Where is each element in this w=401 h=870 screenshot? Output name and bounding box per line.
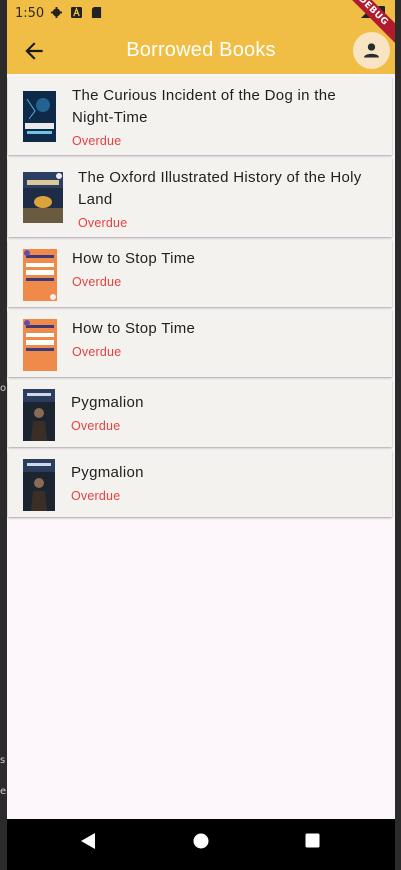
book-card[interactable]: Pygmalion Overdue — [8, 450, 392, 517]
book-status: Overdue — [71, 419, 121, 433]
status-time: 1:50 — [15, 6, 45, 21]
sd-card-icon — [91, 7, 102, 18]
book-card[interactable]: Pygmalion Overdue — [8, 380, 392, 447]
status-bar: 1:50 — [7, 0, 395, 28]
borrowed-books-list: The Curious Incident of the Dog in the N… — [8, 77, 394, 520]
book-cover — [23, 459, 55, 511]
backdrop-fragment: s — [0, 755, 6, 766]
system-nav-bar — [7, 819, 395, 870]
book-cover — [23, 249, 57, 301]
gear-icon — [51, 7, 62, 18]
book-title: How to Stop Time — [72, 250, 196, 267]
book-status: Overdue — [78, 216, 128, 230]
person-icon — [364, 43, 379, 58]
book-title: The Oxford Illustrated History of the Ho… — [78, 169, 362, 208]
book-title: How to Stop Time — [72, 320, 196, 337]
app-bar: Borrowed Books — [7, 28, 395, 74]
book-status: Overdue — [72, 275, 122, 289]
book-status: Overdue — [72, 345, 122, 359]
book-card[interactable]: How to Stop Time Overdue — [8, 310, 392, 377]
book-cover — [23, 91, 56, 142]
book-card[interactable]: The Curious Incident of the Dog in the N… — [8, 77, 392, 155]
book-card[interactable]: How to Stop Time Overdue — [8, 240, 392, 307]
page-title: Borrowed Books — [126, 39, 276, 61]
square-recents-icon[interactable] — [305, 833, 320, 848]
book-title: Pygmalion — [71, 464, 144, 481]
triangle-back-icon[interactable] — [80, 832, 96, 850]
profile-button[interactable] — [353, 32, 390, 69]
book-title: The Curious Incident of the Dog in the N… — [72, 87, 337, 126]
backdrop-fragment: e — [0, 786, 7, 797]
book-cover — [23, 389, 55, 441]
book-cover — [23, 319, 57, 371]
phone-screen: 1:50 Borrowed Books DEBUG The Curious In… — [7, 0, 395, 870]
book-status: Overdue — [72, 134, 122, 148]
book-card[interactable]: The Oxford Illustrated History of the Ho… — [8, 158, 392, 237]
book-title: Pygmalion — [71, 394, 144, 411]
book-status: Overdue — [71, 489, 121, 503]
book-cover — [23, 172, 63, 223]
circle-home-icon[interactable] — [193, 833, 209, 849]
a-icon — [71, 7, 82, 18]
